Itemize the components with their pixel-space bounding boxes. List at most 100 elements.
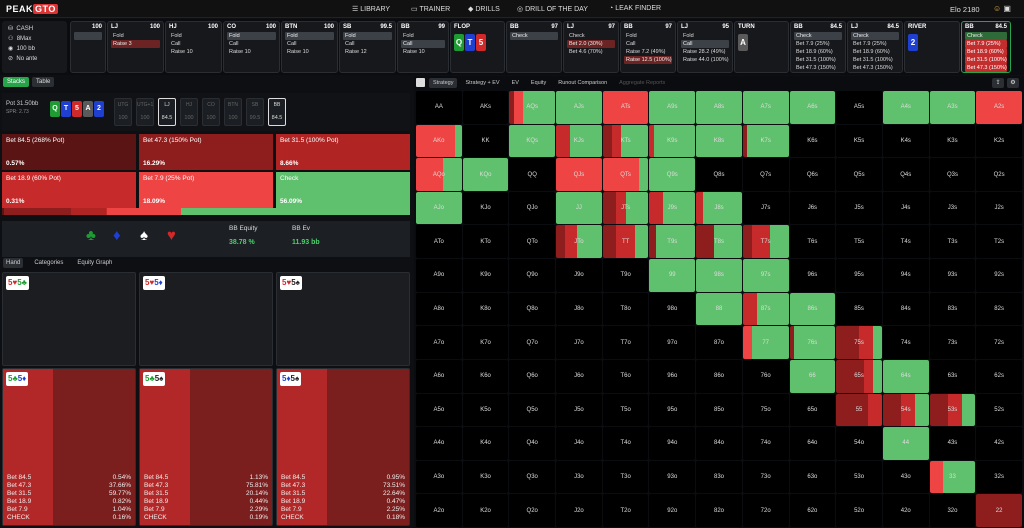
combo-tile[interactable]: 5♥5♣ bbox=[2, 272, 136, 366]
range-cell[interactable]: Q6s bbox=[789, 158, 836, 191]
range-cell[interactable]: K4o bbox=[462, 427, 509, 460]
range-cell[interactable]: 86o bbox=[696, 359, 742, 393]
action-option[interactable]: Raise 44.0 (100%) bbox=[681, 56, 729, 64]
suit-filter-icon[interactable]: ♠ bbox=[140, 227, 148, 244]
action-option[interactable]: Raise 10 bbox=[285, 48, 334, 56]
action-option[interactable]: Call bbox=[624, 40, 672, 48]
range-cell[interactable]: K6o bbox=[462, 359, 509, 393]
range-cell[interactable]: T5s bbox=[836, 225, 882, 259]
range-cell[interactable]: J3o bbox=[556, 460, 602, 494]
range-cell[interactable]: KQo bbox=[462, 158, 509, 191]
action-column[interactable]: LJ 95 Fold Call Raise 28.2 (49%) Raise 44.0 (… bbox=[677, 21, 733, 73]
combo-tile[interactable]: 5♦5♠ Bet 84.5 0.95% Bet 47.3 73.51% Bet 31.5 2… bbox=[276, 368, 410, 526]
seat[interactable]: BB 84.5 bbox=[268, 98, 286, 126]
range-cell[interactable]: KJo bbox=[462, 191, 509, 225]
action-option[interactable]: Bet 7.9 (25%) bbox=[794, 40, 842, 48]
tab-runout-comparison[interactable]: Runout Comparison bbox=[554, 78, 611, 88]
action-option[interactable]: Fold bbox=[285, 32, 334, 40]
range-cell[interactable]: 83s bbox=[929, 292, 976, 326]
range-cell[interactable]: J4o bbox=[556, 427, 602, 460]
range-cell[interactable]: J5o bbox=[556, 393, 602, 427]
action-option[interactable]: Raise 3 bbox=[111, 40, 160, 48]
checkbox-icon[interactable] bbox=[416, 78, 425, 87]
range-cell[interactable]: T6o bbox=[602, 359, 649, 393]
combo-tile[interactable]: 5♣5♠ Bet 84.5 1.13% Bet 47.3 75.81% Bet 31.5 2… bbox=[139, 368, 273, 526]
action-option[interactable]: Raise 10 bbox=[401, 48, 445, 56]
range-cell[interactable]: Q5o bbox=[509, 393, 556, 427]
range-cell[interactable]: 84o bbox=[696, 427, 742, 460]
tab-equity-graph[interactable]: Equity Graph bbox=[74, 258, 115, 268]
range-cell[interactable]: JTs bbox=[602, 191, 649, 225]
range-cell[interactable]: QTs bbox=[602, 158, 649, 191]
range-cell[interactable]: Q2s bbox=[976, 158, 1022, 191]
action-column[interactable]: BB 97 Fold Call Raise 7.2 (49%) Raise 12.5 (1… bbox=[620, 21, 676, 73]
action-option[interactable]: Bet 18.9 (60%) bbox=[794, 48, 842, 56]
range-cell[interactable]: AKs bbox=[462, 91, 509, 124]
range-cell[interactable]: 87s bbox=[742, 292, 789, 326]
range-cell[interactable]: T3o bbox=[602, 460, 649, 494]
range-cell[interactable]: QQ bbox=[509, 158, 556, 191]
range-cell[interactable]: 44 bbox=[882, 427, 929, 460]
action-option[interactable]: Bet 31.5 (100%) bbox=[965, 56, 1007, 64]
range-cell[interactable]: Q9o bbox=[509, 259, 556, 292]
range-cell[interactable]: T8s bbox=[696, 225, 742, 259]
range-cell[interactable]: K2o bbox=[462, 494, 509, 527]
tab-hand[interactable]: Hand bbox=[3, 258, 24, 268]
range-cell[interactable]: 52o bbox=[836, 494, 882, 527]
range-cell[interactable]: T2s bbox=[976, 225, 1022, 259]
action-option[interactable]: Fold bbox=[624, 32, 672, 40]
range-cell[interactable]: K6s bbox=[789, 124, 836, 158]
range-cell[interactable]: 85s bbox=[836, 292, 882, 326]
range-cell[interactable]: T9s bbox=[649, 225, 696, 259]
range-cell[interactable]: A4o bbox=[416, 427, 462, 460]
range-cell[interactable]: 62s bbox=[976, 359, 1022, 393]
range-cell[interactable]: J5s bbox=[836, 191, 882, 225]
action-option[interactable]: Call bbox=[343, 40, 392, 48]
range-cell[interactable]: A6o bbox=[416, 359, 462, 393]
combo-tile[interactable]: 5♥5♦ bbox=[139, 272, 273, 366]
range-cell[interactable]: T8o bbox=[602, 292, 649, 326]
action-frequency-box[interactable]: Check 56.09% bbox=[276, 172, 410, 208]
range-cell[interactable]: 62o bbox=[789, 494, 836, 527]
tab-categories[interactable]: Categories bbox=[31, 258, 66, 268]
suit-filter-icon[interactable]: ♣ bbox=[86, 227, 96, 244]
action-frequency-box[interactable]: Bet 18.9 (60% Pot) 0.31% bbox=[2, 172, 136, 208]
range-cell[interactable]: 52s bbox=[976, 393, 1022, 427]
action-option[interactable]: Raise 10 bbox=[227, 48, 276, 56]
action-option[interactable]: Bet 4.6 (70%) bbox=[567, 48, 615, 56]
action-column[interactable]: BB 99 Fold Call Raise 10 bbox=[397, 21, 449, 73]
action-option[interactable]: Fold bbox=[343, 32, 392, 40]
range-cell[interactable]: 22 bbox=[976, 494, 1022, 527]
range-cell[interactable]: K3s bbox=[929, 124, 976, 158]
range-cell[interactable]: K9o bbox=[462, 259, 509, 292]
range-cell[interactable]: J8s bbox=[696, 191, 742, 225]
range-cell[interactable]: 88 bbox=[696, 292, 742, 326]
range-cell[interactable]: K3o bbox=[462, 460, 509, 494]
range-cell[interactable]: K8o bbox=[462, 292, 509, 326]
street-turn[interactable]: TURN A bbox=[734, 21, 789, 73]
range-cell[interactable]: Q4s bbox=[882, 158, 929, 191]
action-column[interactable]: BB 84.5 Check Bet 7.9 (25%) Bet 18.9 (60%) Be… bbox=[790, 21, 846, 73]
user-icons[interactable]: ☺ ▣ bbox=[993, 4, 1011, 13]
range-cell[interactable]: 75o bbox=[742, 393, 789, 427]
range-cell[interactable]: AJo bbox=[416, 191, 462, 225]
nav-drill-of-the-day[interactable]: ◎ DRILL OF THE DAY bbox=[517, 5, 588, 13]
range-cell[interactable]: T9o bbox=[602, 259, 649, 292]
range-cell[interactable]: Q4o bbox=[509, 427, 556, 460]
range-cell[interactable]: 85o bbox=[696, 393, 742, 427]
range-cell[interactable]: Q7o bbox=[509, 326, 556, 359]
range-cell[interactable]: Q8o bbox=[509, 292, 556, 326]
range-cell[interactable]: A9o bbox=[416, 259, 462, 292]
range-cell[interactable]: Q3o bbox=[509, 460, 556, 494]
range-cell[interactable]: 98s bbox=[696, 259, 742, 292]
range-cell[interactable]: 73o bbox=[742, 460, 789, 494]
suit-filter-icon[interactable]: ♦ bbox=[113, 227, 121, 244]
action-column[interactable]: LJ 84.5 Check Bet 7.9 (25%) Bet 18.9 (60%) Be… bbox=[847, 21, 903, 73]
range-cell[interactable]: T7o bbox=[602, 326, 649, 359]
range-cell[interactable]: J7o bbox=[556, 326, 602, 359]
action-option[interactable]: Fold bbox=[401, 32, 445, 40]
action-option[interactable]: Call bbox=[169, 40, 218, 48]
range-cell[interactable]: K7o bbox=[462, 326, 509, 359]
action-option[interactable]: Fold bbox=[111, 32, 160, 40]
action-option[interactable]: Fold bbox=[681, 32, 729, 40]
